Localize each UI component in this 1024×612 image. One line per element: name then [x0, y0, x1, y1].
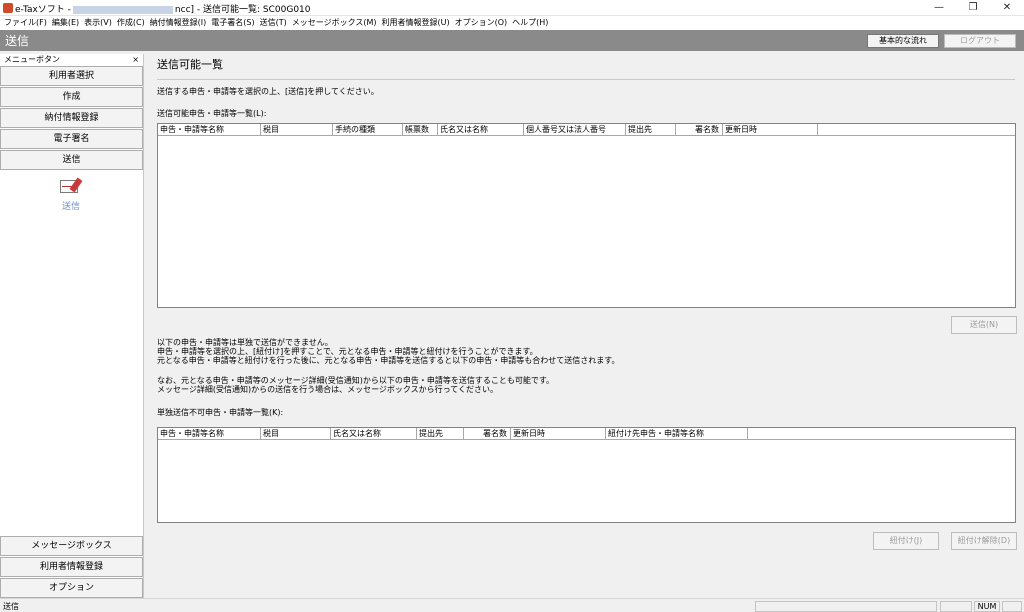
status-text: 送信 [3, 602, 19, 611]
title-bar: e-Taxソフト - ncc] - 送信可能一覧: SC00G010 — ❐ ✕ [0, 0, 1024, 16]
menu-edit[interactable]: 編集(E) [52, 16, 84, 30]
column-header[interactable]: 紐付け先申告・申請等名称 [606, 428, 748, 439]
non-sendable-list-table[interactable]: 申告・申請等名称 税目 氏名又は名称 提出先 署名数 更新日時 紐付け先申告・申… [157, 427, 1016, 523]
menu-message-box[interactable]: メッセージボックス(M) [292, 16, 382, 30]
send-envelope-icon [60, 177, 83, 196]
menu-help[interactable]: ヘルプ(H) [512, 16, 553, 30]
non-sendable-list-label: 単独送信不可申告・申請等一覧(K): [157, 408, 284, 417]
menu-payment-info[interactable]: 納付情報登録(I) [150, 16, 212, 30]
send-shortcut[interactable]: 送信 [56, 177, 86, 214]
sidebar-item-send[interactable]: 送信 [0, 150, 143, 170]
status-pane [940, 601, 972, 612]
sidebar-item-user-info[interactable]: 利用者情報登録 [0, 557, 143, 577]
sendable-list-table[interactable]: 申告・申請等名称 税目 手続の種類 帳票数 氏名又は名称 個人番号又は法人番号 … [157, 123, 1016, 308]
column-header[interactable]: 提出先 [626, 124, 676, 135]
status-pane [755, 601, 937, 612]
instruction-text: 送信する申告・申請等を選択の上、[送信]を押してください。 [157, 87, 379, 96]
page-title: 送信 [5, 34, 30, 48]
column-header[interactable]: 氏名又は名称 [331, 428, 417, 439]
sidebar: メニューボタン × 利用者選択 作成 納付情報登録 電子署名 送信 送信 メッセ… [0, 54, 144, 598]
close-window-button[interactable]: ✕ [990, 0, 1024, 16]
menu-send[interactable]: 送信(T) [260, 16, 292, 30]
sidebar-header-label: メニューボタン [4, 55, 60, 64]
column-header[interactable]: 氏名又は名称 [438, 124, 524, 135]
column-header[interactable]: 署名数 [676, 124, 723, 135]
sidebar-item-message-box[interactable]: メッセージボックス [0, 536, 143, 556]
send-button[interactable]: 送信(N) [951, 316, 1017, 334]
column-header[interactable]: 帳票数 [403, 124, 438, 135]
column-header[interactable]: 更新日時 [723, 124, 818, 135]
window-title-suffix: ncc] - 送信可能一覧: SC00G010 [174, 5, 311, 15]
note-line: 元となる申告・申請等と紐付けを行った後に、元となる申告・申請等を送信すると以下の… [157, 356, 620, 365]
column-header[interactable]: 手続の種類 [333, 124, 403, 135]
minimize-button[interactable]: — [922, 0, 956, 16]
column-header[interactable]: 更新日時 [511, 428, 606, 439]
window-title: e-Taxソフト - ncc] - 送信可能一覧: SC00G010 [15, 2, 311, 15]
column-header[interactable]: 申告・申請等名称 [158, 428, 261, 439]
sidebar-item-user-select[interactable]: 利用者選択 [0, 66, 143, 86]
basic-flow-button[interactable]: 基本的な流れ [867, 34, 939, 48]
column-header[interactable]: 個人番号又は法人番号 [524, 124, 626, 135]
menu-options[interactable]: オプション(O) [455, 16, 513, 30]
app-icon [3, 3, 13, 13]
window-title-prefix: e-Taxソフト - [15, 5, 71, 15]
menu-bar: ファイル(F) 編集(E) 表示(V) 作成(C) 納付情報登録(I) 電子署名… [0, 16, 1024, 30]
sidebar-item-options[interactable]: オプション [0, 578, 143, 598]
page-header: 送信 基本的な流れ ログアウト [0, 30, 1024, 51]
status-pane [1002, 601, 1022, 612]
sendable-list-label: 送信可能申告・申請等一覧(L): [157, 109, 267, 118]
menu-user-info[interactable]: 利用者情報登録(U) [382, 16, 455, 30]
column-header[interactable]: 提出先 [417, 428, 464, 439]
status-bar: 送信 NUM [0, 598, 1024, 612]
column-header[interactable]: 署名数 [464, 428, 511, 439]
note-line: 申告・申請等を選択の上、[紐付け]を押すことで、元となる申告・申請等と紐付けを行… [157, 347, 538, 356]
note-line: なお、元となる申告・申請等のメッセージ詳細(受信通知)から以下の申告・申請等を送… [157, 376, 555, 385]
sidebar-item-create[interactable]: 作成 [0, 87, 143, 107]
sendable-list-header: 申告・申請等名称 税目 手続の種類 帳票数 氏名又は名称 個人番号又は法人番号 … [158, 124, 1015, 136]
non-sendable-list-header: 申告・申請等名称 税目 氏名又は名称 提出先 署名数 更新日時 紐付け先申告・申… [158, 428, 1015, 440]
link-button[interactable]: 紐付け(J) [873, 532, 939, 550]
unlink-button[interactable]: 紐付け解除(D) [951, 532, 1017, 550]
redacted-text [72, 5, 173, 14]
column-header[interactable]: 申告・申請等名称 [158, 124, 261, 135]
menu-view[interactable]: 表示(V) [84, 16, 117, 30]
note-line: 以下の申告・申請等は単独で送信ができません。 [157, 338, 333, 347]
maximize-button[interactable]: ❐ [956, 0, 990, 16]
sidebar-header: メニューボタン × [0, 54, 143, 65]
note-line: メッセージ詳細(受信通知)からの送信を行う場合は、メッセージボックスから行ってく… [157, 385, 499, 394]
column-header[interactable]: 税目 [261, 428, 331, 439]
sidebar-item-payment-info[interactable]: 納付情報登録 [0, 108, 143, 128]
send-shortcut-label: 送信 [61, 202, 80, 212]
title-divider [157, 79, 1015, 80]
menu-signature[interactable]: 電子署名(S) [211, 16, 259, 30]
num-lock-indicator: NUM [974, 601, 1000, 612]
main-title: 送信可能一覧 [157, 58, 223, 71]
menu-file[interactable]: ファイル(F) [4, 16, 52, 30]
logout-button[interactable]: ログアウト [944, 34, 1016, 48]
sidebar-item-signature[interactable]: 電子署名 [0, 129, 143, 149]
column-header[interactable]: 税目 [261, 124, 333, 135]
menu-create[interactable]: 作成(C) [117, 16, 150, 30]
sidebar-close-icon[interactable]: × [132, 54, 139, 65]
